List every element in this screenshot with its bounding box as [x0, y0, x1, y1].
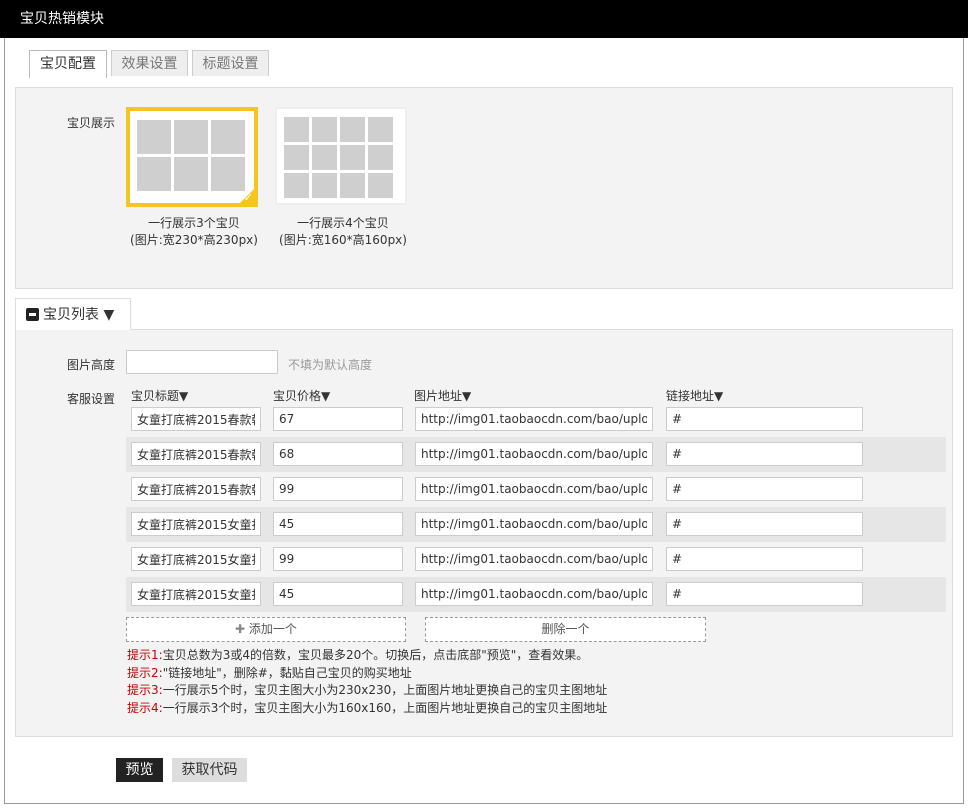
row-price-input[interactable] — [273, 582, 403, 606]
add-item-button[interactable]: ✚ 添加一个 — [126, 617, 406, 642]
row-link-input[interactable] — [666, 547, 863, 571]
display-label: 宝贝展示 — [67, 116, 116, 130]
row-price-input[interactable] — [273, 477, 403, 501]
image-height-input[interactable] — [126, 350, 278, 374]
item-list-title: 宝贝列表 ▼ — [43, 307, 115, 323]
image-height-hint: 不填为默认高度 — [288, 358, 373, 372]
display-option-4-caption: 一行展示4个宝贝 (图片:宽160*高160px) — [279, 216, 407, 247]
tab-title-settings[interactable]: 标题设置 — [192, 50, 269, 76]
row-title-input[interactable] — [131, 407, 261, 431]
col-price[interactable]: 宝贝价格▼ — [273, 387, 330, 404]
service-label: 客服设置 — [67, 392, 116, 406]
row-title-input[interactable] — [131, 477, 261, 501]
get-code-button[interactable]: 获取代码 — [172, 758, 247, 782]
row-price-input[interactable] — [273, 442, 403, 466]
plus-icon: ✚ — [235, 622, 249, 636]
row-title-input[interactable] — [131, 442, 261, 466]
tip-item: 提示2:"链接地址"，删除#，黏贴自己宝贝的购买地址 — [127, 665, 412, 680]
row-image-input[interactable] — [415, 512, 653, 536]
image-height-label: 图片高度 — [67, 358, 116, 372]
row-price-input[interactable] — [273, 407, 403, 431]
tab-effect-settings[interactable]: 效果设置 — [111, 50, 188, 76]
tip-item: 提示3:一行展示5个时，宝贝主图大小为230x230，上面图片地址更换自己的宝贝… — [127, 683, 608, 697]
module-frame: 宝贝配置 效果设置 标题设置 宝贝展示 ✓ 一行展示3个宝贝 (图片:宽230*… — [4, 38, 964, 804]
window-title: 宝贝热销模块 — [0, 0, 968, 38]
row-title-input[interactable] — [131, 512, 261, 536]
item-list-toggle[interactable]: 宝贝列表 ▼ — [15, 298, 131, 330]
row-price-input[interactable] — [273, 547, 403, 571]
layout-thumbnail-3 — [137, 120, 245, 191]
display-option-4-per-row[interactable] — [275, 107, 407, 205]
row-price-input[interactable] — [273, 512, 403, 536]
row-image-input[interactable] — [415, 477, 653, 501]
row-link-input[interactable] — [666, 582, 863, 606]
row-link-input[interactable] — [666, 442, 863, 466]
tips-list: 提示1:宝贝总数为3或4的倍数，宝贝最多20个。切换后，点击底部"预览"，查看效… — [127, 647, 607, 717]
row-image-input[interactable] — [415, 547, 653, 571]
col-image-url[interactable]: 图片地址▼ — [414, 387, 471, 404]
row-image-input[interactable] — [415, 407, 653, 431]
row-title-input[interactable] — [131, 547, 261, 571]
row-link-input[interactable] — [666, 477, 863, 501]
display-option-3-caption: 一行展示3个宝贝 (图片:宽230*高230px) — [130, 216, 258, 247]
row-image-input[interactable] — [415, 582, 653, 606]
delete-item-button[interactable]: 删除一个 — [425, 617, 706, 642]
row-image-input[interactable] — [415, 442, 653, 466]
display-option-3-per-row[interactable]: ✓ — [126, 107, 258, 207]
tip-item: 提示4:一行展示3个时，宝贝主图大小为160x160，上面图片地址更换自己的宝贝… — [127, 700, 608, 715]
row-link-input[interactable] — [666, 512, 863, 536]
tab-item-config[interactable]: 宝贝配置 — [29, 50, 107, 78]
item-list-panel: 图片高度 不填为默认高度 客服设置 宝贝标题▼ 宝贝价格▼ 图片地址▼ 链接地址… — [15, 329, 953, 737]
row-title-input[interactable] — [131, 582, 261, 606]
layout-thumbnail-4 — [284, 117, 393, 198]
preview-button[interactable]: 预览 — [116, 758, 163, 782]
check-icon: ✓ — [243, 191, 253, 204]
row-link-input[interactable] — [666, 407, 863, 431]
collapse-icon — [26, 308, 39, 321]
tip-item: 提示1:宝贝总数为3或4的倍数，宝贝最多20个。切换后，点击底部"预览"，查看效… — [127, 648, 589, 662]
display-panel: 宝贝展示 ✓ 一行展示3个宝贝 (图片:宽230*高230px) 一行展示4个宝… — [15, 87, 953, 289]
col-link-url[interactable]: 链接地址▼ — [666, 387, 723, 404]
col-title[interactable]: 宝贝标题▼ — [131, 387, 188, 404]
